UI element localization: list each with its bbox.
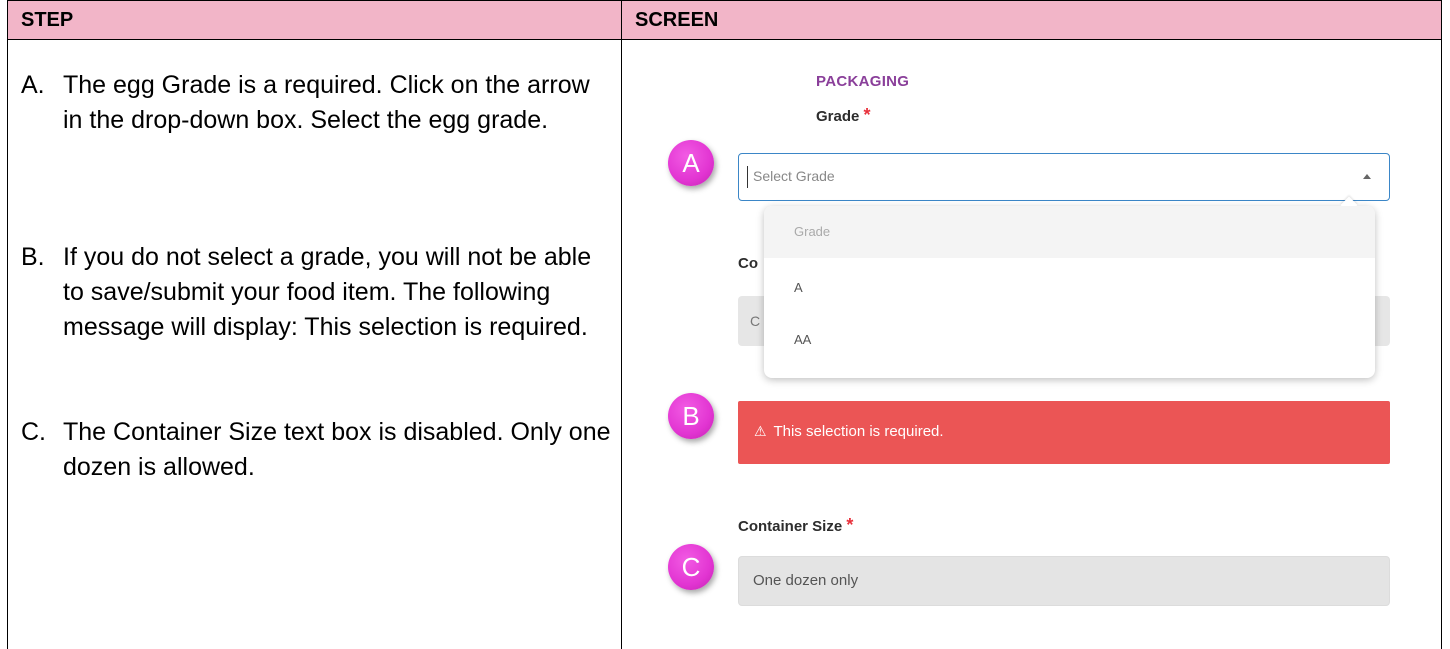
callout-badge-c: C xyxy=(668,544,714,590)
table-border-left xyxy=(7,0,8,649)
required-marker: * xyxy=(846,515,854,535)
header-step: STEP xyxy=(21,9,74,31)
error-alert-content: ⚠ This selection is required. xyxy=(754,423,944,440)
required-marker: * xyxy=(863,105,871,125)
warning-icon: ⚠ xyxy=(754,423,767,439)
caret-up-icon[interactable] xyxy=(1363,174,1371,179)
step-a-text: The egg Grade is a required. Click on th… xyxy=(63,71,590,134)
dropdown-option-label: Grade xyxy=(794,224,831,239)
grade-dropdown-menu: Grade A AA xyxy=(764,196,1375,378)
container-size-value: One dozen only xyxy=(753,572,859,589)
table-divider xyxy=(621,0,622,649)
callout-badge-b: B xyxy=(668,393,714,439)
dropdown-option-a[interactable]: A xyxy=(764,262,1375,314)
container-size-label-text: Container Size xyxy=(738,518,843,535)
header-screen: SCREEN xyxy=(635,9,719,31)
table-header-row: STEP SCREEN xyxy=(7,0,1442,40)
error-message: This selection is required. xyxy=(773,423,944,440)
dropdown-option-grade: Grade xyxy=(764,206,1375,258)
hidden-container-label: Co xyxy=(738,255,758,272)
error-alert: ⚠ This selection is required. xyxy=(738,401,1390,464)
container-size-label: Container Size * xyxy=(738,515,853,536)
grade-label-text: Grade xyxy=(816,108,860,125)
step-c-text: The Container Size text box is disabled.… xyxy=(63,418,611,481)
dropdown-option-label: A xyxy=(794,280,803,295)
dropdown-option-aa[interactable]: AA xyxy=(764,314,1375,366)
instruction-table: STEP SCREEN A. The egg Grade is a requir… xyxy=(7,0,1442,649)
grade-select[interactable]: Select Grade xyxy=(738,153,1390,201)
text-caret xyxy=(747,166,748,188)
screen-panel: PACKAGING Grade * Co C Select Grade Grad… xyxy=(628,40,1442,649)
grade-select-placeholder: Select Grade xyxy=(753,168,835,184)
dropdown-option-label: AA xyxy=(794,332,812,347)
callout-badge-a: A xyxy=(668,140,714,186)
step-b-letter: B. xyxy=(21,243,45,271)
step-a-letter: A. xyxy=(21,71,45,99)
hidden-input-fragment: C xyxy=(750,313,761,329)
step-c-letter: C. xyxy=(21,418,46,446)
section-heading: PACKAGING xyxy=(816,73,910,90)
grade-label: Grade * xyxy=(816,105,871,126)
step-b-text: If you do not select a grade, you will n… xyxy=(63,243,592,341)
container-size-input: One dozen only xyxy=(738,556,1390,606)
